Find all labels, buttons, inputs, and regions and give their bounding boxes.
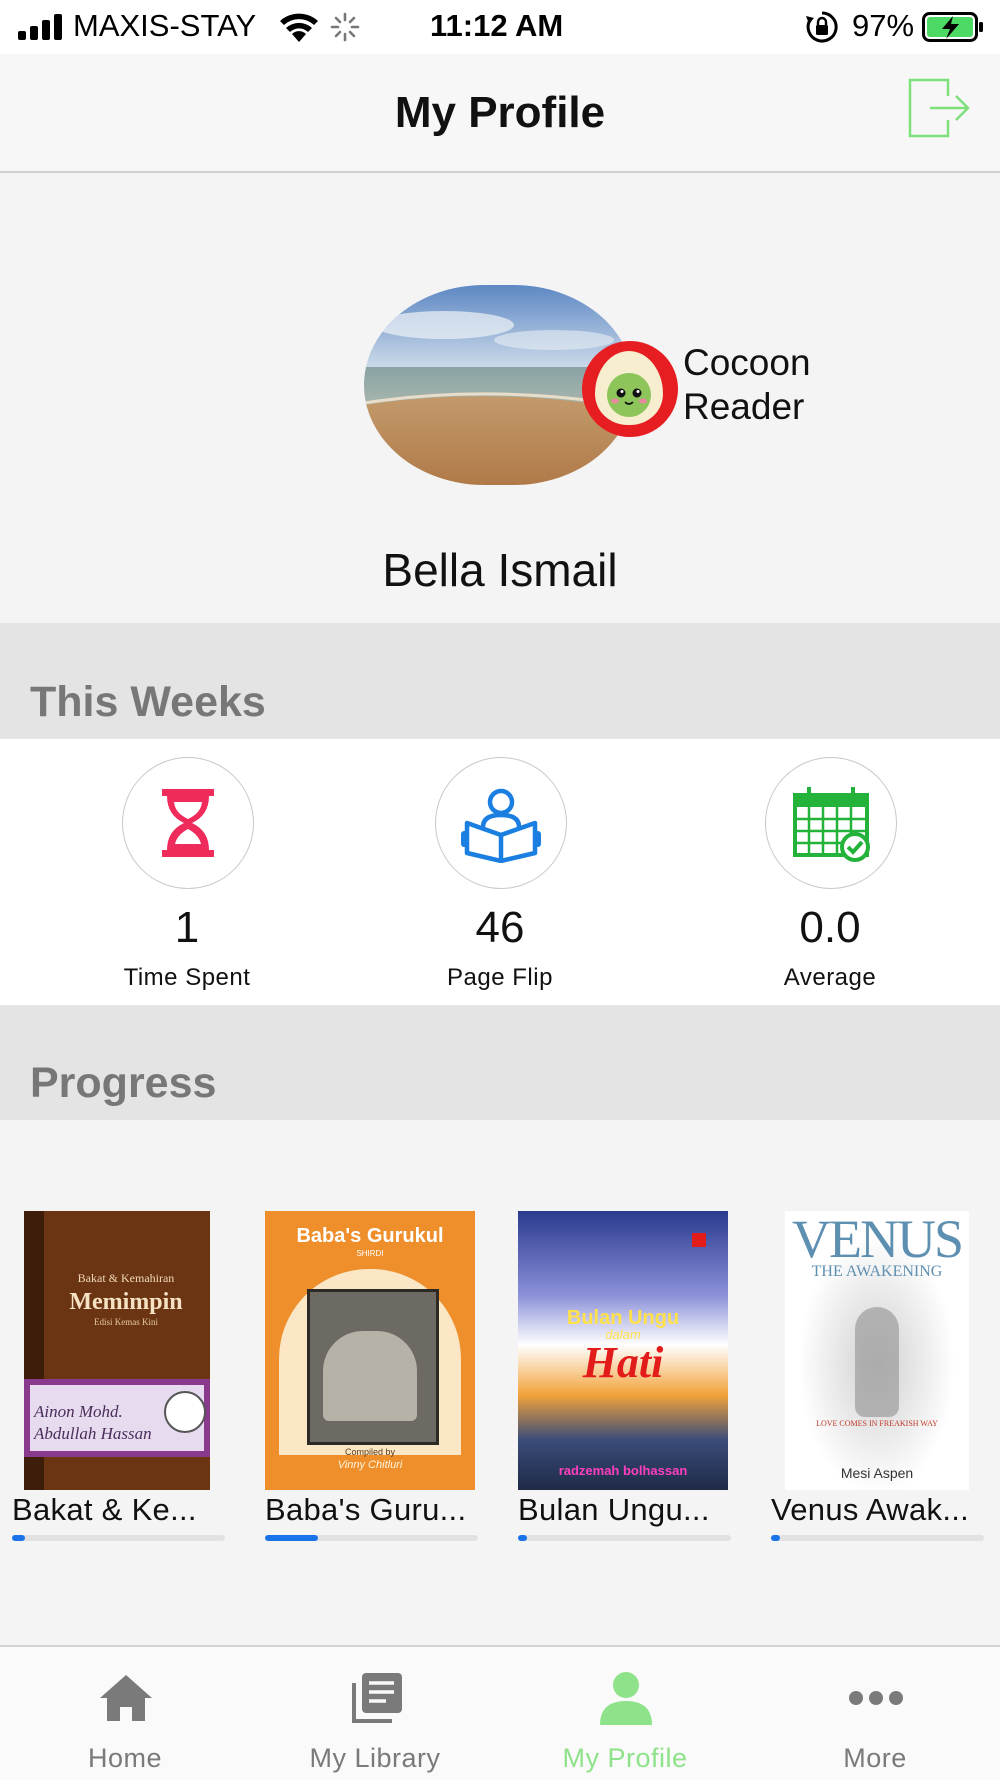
book-title: Venus Awak...: [771, 1492, 970, 1527]
cover-text: Memimpin: [69, 1289, 183, 1315]
home-icon: [100, 1675, 152, 1721]
user-name: Bella Ismail: [382, 544, 618, 596]
hourglass-icon: [162, 789, 214, 857]
progress-header: Progress: [0, 1005, 1000, 1120]
tab-home[interactable]: Home: [0, 1647, 250, 1780]
tab-label: More: [843, 1743, 907, 1773]
cover-text: Hati: [582, 1338, 664, 1387]
progress-bar: [265, 1535, 478, 1541]
cover-text: Vinny Chitluri: [337, 1459, 403, 1471]
reader-icon: [461, 788, 541, 863]
cover-text: Compiled by: [344, 1447, 396, 1457]
battery-charging-icon: [922, 12, 983, 42]
this-week-header: This Weeks: [0, 623, 1000, 739]
profile-icon: [600, 1672, 652, 1725]
cover-text: Edisi Kemas Kini: [94, 1317, 158, 1327]
tab-bar: Home My Library My Profile More: [0, 1645, 1000, 1780]
this-week-heading: This Weeks: [30, 678, 266, 726]
progress-fill: [771, 1535, 780, 1541]
rank-badge: [582, 341, 678, 437]
progress-bar: [518, 1535, 731, 1541]
signal-icon: [18, 14, 64, 40]
cover-text: THE AWAKENING: [811, 1263, 943, 1280]
stat-icon-circle: [765, 757, 897, 889]
progress-fill: [12, 1535, 25, 1541]
loading-spinner-icon: [330, 12, 360, 42]
progress-bar: [12, 1535, 225, 1541]
cover-text: VENUS: [791, 1211, 964, 1269]
rotation-lock-icon: [806, 11, 838, 43]
stat-value: 46: [475, 903, 525, 952]
tab-label: My Library: [309, 1743, 441, 1773]
cover-text: radzemah bolhassan: [558, 1463, 688, 1478]
cover-text: Bakat & Kemahiran: [77, 1271, 175, 1285]
cover-text: Baba's Gurukul: [296, 1225, 444, 1247]
book-cover[interactable]: Bakat & Kemahiran Memimpin Edisi Kemas K…: [24, 1211, 210, 1490]
stat-label: Time Spent: [123, 964, 251, 991]
tab-my-library[interactable]: My Library: [250, 1647, 500, 1780]
book-title: Bakat & Ke...: [12, 1492, 197, 1527]
stat-time-spent[interactable]: 1 Time Spent: [57, 739, 317, 1005]
tab-label: Home: [87, 1743, 163, 1773]
cover-text: LOVE COMES IN FREAKISH WAY: [816, 1419, 938, 1428]
tab-label: My Profile: [562, 1743, 688, 1773]
progress-heading: Progress: [30, 1059, 217, 1107]
progress-fill: [518, 1535, 527, 1541]
progress-bar: [771, 1535, 984, 1541]
page-title: My Profile: [394, 88, 606, 137]
stat-page-flip[interactable]: 46 Page Flip: [370, 739, 630, 1005]
stat-label: Average: [783, 964, 877, 991]
cover-text: Mesi Aspen: [840, 1465, 914, 1481]
tab-more[interactable]: More: [750, 1647, 1000, 1780]
carrier-name: MAXIS-STAY: [73, 8, 257, 43]
book-cover[interactable]: VENUS THE AWAKENING LOVE COMES IN FREAKI…: [785, 1211, 969, 1490]
stat-average[interactable]: 0.0 Average: [700, 739, 960, 1005]
battery-percent: 97%: [852, 8, 915, 43]
stat-value: 1: [174, 903, 200, 952]
app-header: My Profile: [0, 54, 1000, 173]
logout-icon[interactable]: [904, 76, 974, 146]
rank-line-1: Cocoon: [683, 342, 811, 383]
cover-text: Ainon Mohd. Abdullah Hassan: [34, 1402, 152, 1443]
book-cover[interactable]: Baba's Gurukul SHIRDI Compiled by Vinny …: [265, 1211, 475, 1490]
stat-value: 0.0: [799, 903, 861, 952]
book-cover[interactable]: Bulan Ungu dalam Hati radzemah bolhassan: [518, 1211, 728, 1490]
rank-line-2: Reader: [683, 386, 805, 427]
stat-label: Page Flip: [447, 964, 553, 991]
status-bar: MAXIS-STAY 11:12 AM 97%: [0, 0, 1000, 54]
progress-fill: [265, 1535, 319, 1541]
clock: 11:12 AM: [430, 8, 564, 43]
tab-my-profile[interactable]: My Profile: [500, 1647, 750, 1780]
profile-section: Cocoon Reader Bella Ismail: [0, 173, 1000, 623]
book-title: Bulan Ungu...: [518, 1492, 710, 1527]
cover-text: SHIRDI: [356, 1249, 384, 1258]
more-icon: [849, 1691, 903, 1705]
calendar-check-icon: [793, 787, 870, 862]
egg-character-icon: [595, 351, 663, 425]
book-title: Baba's Guru...: [265, 1492, 467, 1527]
weekly-stats: 1 Time Spent 46 Page Flip 0.0 Average: [0, 739, 1000, 1005]
library-icon: [352, 1673, 402, 1723]
stat-icon-circle: [122, 757, 254, 889]
stat-icon-circle: [435, 757, 567, 889]
rank-label: Cocoon Reader: [683, 341, 811, 429]
wifi-icon: [280, 13, 318, 42]
